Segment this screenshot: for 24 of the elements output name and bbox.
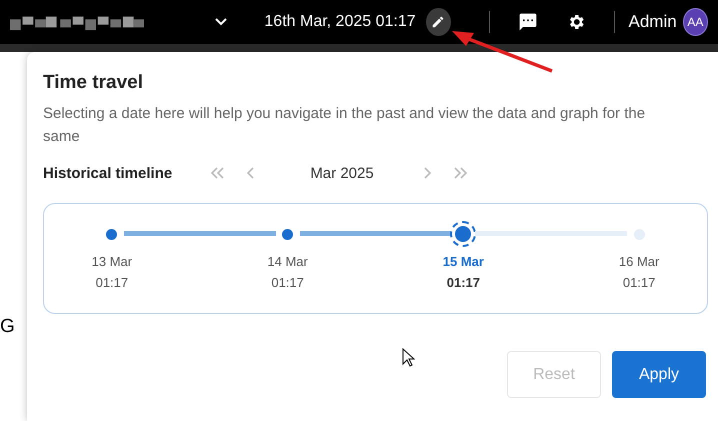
- timeline-point[interactable]: [106, 228, 118, 240]
- point-time: 01:17: [271, 275, 304, 290]
- point-date: 16 Mar: [618, 254, 660, 269]
- current-datetime: 16th Mar, 2025 01:17: [264, 13, 416, 31]
- chat-icon[interactable]: [518, 12, 538, 32]
- mouse-cursor-icon: [402, 348, 415, 367]
- panel-description: Selecting a date here will help you navigate in the past and view the data and graph for the same: [43, 104, 646, 147]
- timeline-point[interactable]: [455, 226, 472, 242]
- point-date: 13 Mar: [92, 254, 132, 269]
- page-text-fragment: G: [0, 316, 15, 338]
- user-name: Admin: [628, 12, 677, 32]
- timeline-label: Historical timeline: [43, 164, 174, 182]
- point-time: 01:17: [622, 275, 656, 290]
- user-avatar[interactable]: AA: [682, 8, 708, 36]
- panel-title: Time travel: [43, 72, 144, 94]
- timeline-point[interactable]: [282, 228, 294, 240]
- point-time: 01:17: [96, 275, 128, 290]
- point-time: 01:17: [446, 275, 480, 290]
- apply-button[interactable]: Apply: [612, 351, 706, 398]
- point-date: 14 Mar: [267, 254, 308, 269]
- chevron-down-icon[interactable]: [214, 17, 228, 27]
- point-date: 15 Mar: [442, 254, 484, 269]
- current-month: Mar 2025: [309, 164, 375, 182]
- edit-icon[interactable]: [426, 8, 451, 36]
